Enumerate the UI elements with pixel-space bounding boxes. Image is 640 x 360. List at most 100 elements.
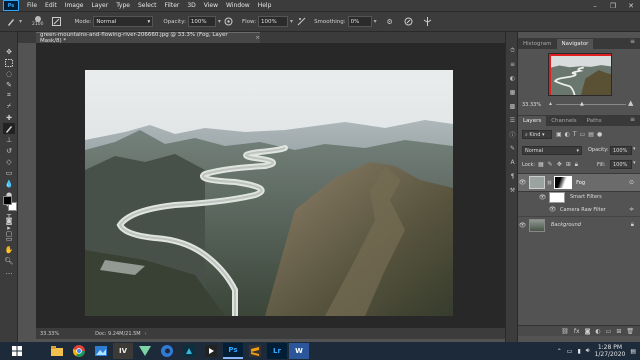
filter-toggle-icon[interactable]: ● — [597, 131, 602, 138]
opacity-field[interactable]: 100% — [187, 16, 216, 27]
layer-filter-kind[interactable]: ⌕ Kind ▾ — [522, 130, 552, 139]
quick-mask-icon[interactable]: ◙ — [3, 215, 15, 226]
menu-file[interactable]: File — [23, 2, 41, 9]
restore-icon[interactable]: ❐ — [604, 0, 622, 11]
layer-thumbnail[interactable] — [529, 176, 545, 189]
layer-name[interactable]: Smart Filters — [570, 194, 602, 200]
eye-icon[interactable]: 👁︎ — [538, 194, 547, 201]
clone-stamp-tool-icon[interactable]: ⊥ — [3, 134, 15, 145]
network-icon[interactable]: ▭ — [567, 348, 573, 355]
tab-navigator[interactable]: Navigator — [556, 39, 594, 49]
layer-opacity-field[interactable]: 100% — [610, 146, 632, 155]
tab-paths[interactable]: Paths — [582, 116, 607, 126]
navigator-thumbnail[interactable] — [548, 53, 612, 96]
menu-view[interactable]: View — [200, 2, 222, 9]
layer-thumbnail[interactable] — [529, 218, 545, 232]
photos-icon[interactable] — [91, 343, 111, 359]
blur-tool-icon[interactable]: 💧 — [3, 178, 15, 189]
volume-icon[interactable]: 🔊︎ — [586, 347, 590, 355]
mode-select[interactable]: Normal ▾ — [93, 16, 154, 27]
fx-icon[interactable]: fx — [574, 328, 580, 335]
status-menu-icon[interactable]: › — [145, 331, 147, 337]
menu-3d[interactable]: 3D — [183, 2, 199, 9]
smoothing-dropdown-icon[interactable]: ▾ — [374, 18, 377, 25]
hand-tool-icon[interactable]: ✋ — [3, 244, 15, 255]
menu-select[interactable]: Select — [134, 2, 161, 9]
menu-edit[interactable]: Edit — [41, 2, 61, 9]
crop-tool-icon[interactable]: ⌗ — [3, 90, 15, 101]
add-mask-icon[interactable]: ◙ — [585, 328, 591, 335]
close-icon[interactable]: ✕ — [622, 0, 640, 11]
brush-tool-icon-active[interactable] — [3, 123, 15, 134]
swatches-panel-icon[interactable]: ▩ — [508, 102, 517, 111]
tab-layers[interactable]: Layers — [518, 116, 547, 126]
layer-name[interactable]: Camera Raw Filter — [560, 207, 606, 213]
eye-icon[interactable]: 👁︎ — [548, 206, 557, 213]
menu-type[interactable]: Type — [112, 2, 134, 9]
sublime-icon[interactable] — [245, 343, 265, 359]
brush-tool-icon[interactable] — [6, 17, 16, 27]
notifications-icon[interactable]: ▤ — [630, 348, 636, 355]
canvas-image[interactable] — [85, 70, 453, 316]
menu-filter[interactable]: Filter — [161, 2, 184, 9]
pressure-opacity-icon[interactable] — [224, 17, 234, 27]
zoom-slider[interactable] — [556, 104, 626, 105]
zoom-slider-handle[interactable]: ▲ — [580, 101, 584, 107]
mask-link-icon[interactable]: ⛓ — [547, 180, 552, 185]
lock-all-icon[interactable]: 🔒︎ — [575, 161, 578, 169]
battery-icon[interactable]: ▮ — [577, 348, 580, 355]
photoshop-taskbar-icon[interactable]: Ps — [223, 343, 243, 359]
history-brush-tool-icon[interactable]: ↺ — [3, 145, 15, 156]
navigator-view-box[interactable] — [549, 54, 611, 95]
start-icon[interactable] — [8, 343, 26, 359]
healing-brush-tool-icon[interactable]: ✚ — [3, 112, 15, 123]
filter-pixel-icon[interactable]: ▣ — [556, 131, 562, 138]
layer-opacity-dropdown-icon[interactable]: ▾ — [633, 146, 636, 152]
fill-dropdown-icon[interactable]: ▾ — [633, 160, 636, 166]
chrome-icon[interactable] — [69, 343, 89, 359]
delete-layer-icon[interactable]: 🗑︎ — [626, 328, 634, 335]
symmetry-icon[interactable] — [423, 17, 433, 27]
lasso-tool-icon[interactable]: ◌ — [3, 68, 15, 79]
layers-panel-menu-icon[interactable]: ≡ — [630, 116, 635, 123]
character-panel-icon[interactable]: A — [508, 158, 517, 167]
screen-mode-icon[interactable]: ▢ — [3, 228, 15, 239]
panel-menu-icon[interactable]: ≡ — [630, 38, 635, 45]
layer-row-smart-filters[interactable]: 👁︎ Smart Filters — [518, 191, 640, 203]
gradient-tool-icon[interactable]: ▭ — [3, 167, 15, 178]
menu-help[interactable]: Help — [254, 2, 276, 9]
brush-settings-icon[interactable] — [51, 17, 61, 27]
close-tab-icon[interactable]: × — [255, 35, 260, 41]
menu-layer[interactable]: Layer — [87, 2, 112, 9]
document-tab[interactable]: green-mountains-and-flowing-river-206660… — [36, 32, 260, 44]
iv-app-icon[interactable]: IV — [113, 343, 133, 359]
lock-position-icon[interactable]: ✥ — [557, 161, 562, 169]
marquee-tool-icon[interactable] — [3, 57, 15, 68]
brush-preset-picker[interactable]: 2100 — [32, 16, 43, 27]
smart-filter-badge-icon[interactable]: ⊙ — [629, 179, 634, 186]
move-tool-icon[interactable]: ✥ — [3, 46, 15, 57]
chevron-up-icon[interactable]: ⌃ — [557, 348, 562, 355]
layer-mask-thumbnail[interactable] — [554, 176, 573, 189]
filter-options-icon[interactable]: ≑ — [629, 206, 634, 213]
flow-dropdown-icon[interactable]: ▾ — [290, 18, 293, 25]
adjustment-layer-icon[interactable]: ◐ — [595, 328, 600, 335]
adjustments-panel-icon[interactable]: ◐ — [508, 74, 517, 83]
history-panel-icon[interactable]: ⏱ — [508, 46, 517, 55]
info-panel-icon[interactable]: ⓘ — [508, 130, 517, 139]
eye-icon[interactable]: 👁︎ — [518, 179, 527, 186]
navigator-zoom[interactable]: 33.33% — [522, 102, 541, 108]
eyedropper-tool-icon[interactable]: ⌿ — [3, 101, 15, 112]
paragraph-panel-icon[interactable]: ¶ — [508, 172, 517, 181]
premiere-like-icon[interactable] — [179, 343, 199, 359]
new-layer-icon[interactable]: ⊞ — [616, 328, 621, 335]
file-explorer-icon[interactable] — [47, 343, 67, 359]
zoom-out-icon[interactable]: ▴ — [549, 100, 552, 107]
filter-smart-icon[interactable]: ▤ — [588, 131, 594, 138]
lock-pixels-icon[interactable]: ✎ — [548, 161, 553, 169]
gear-icon[interactable]: ⚙ — [385, 17, 395, 27]
airbrush-icon[interactable] — [296, 17, 306, 27]
new-group-icon[interactable]: ▭ — [606, 328, 612, 335]
brushes-panel-icon[interactable]: ✎ — [508, 144, 517, 153]
properties-panel-icon[interactable]: ≡ — [508, 60, 517, 69]
